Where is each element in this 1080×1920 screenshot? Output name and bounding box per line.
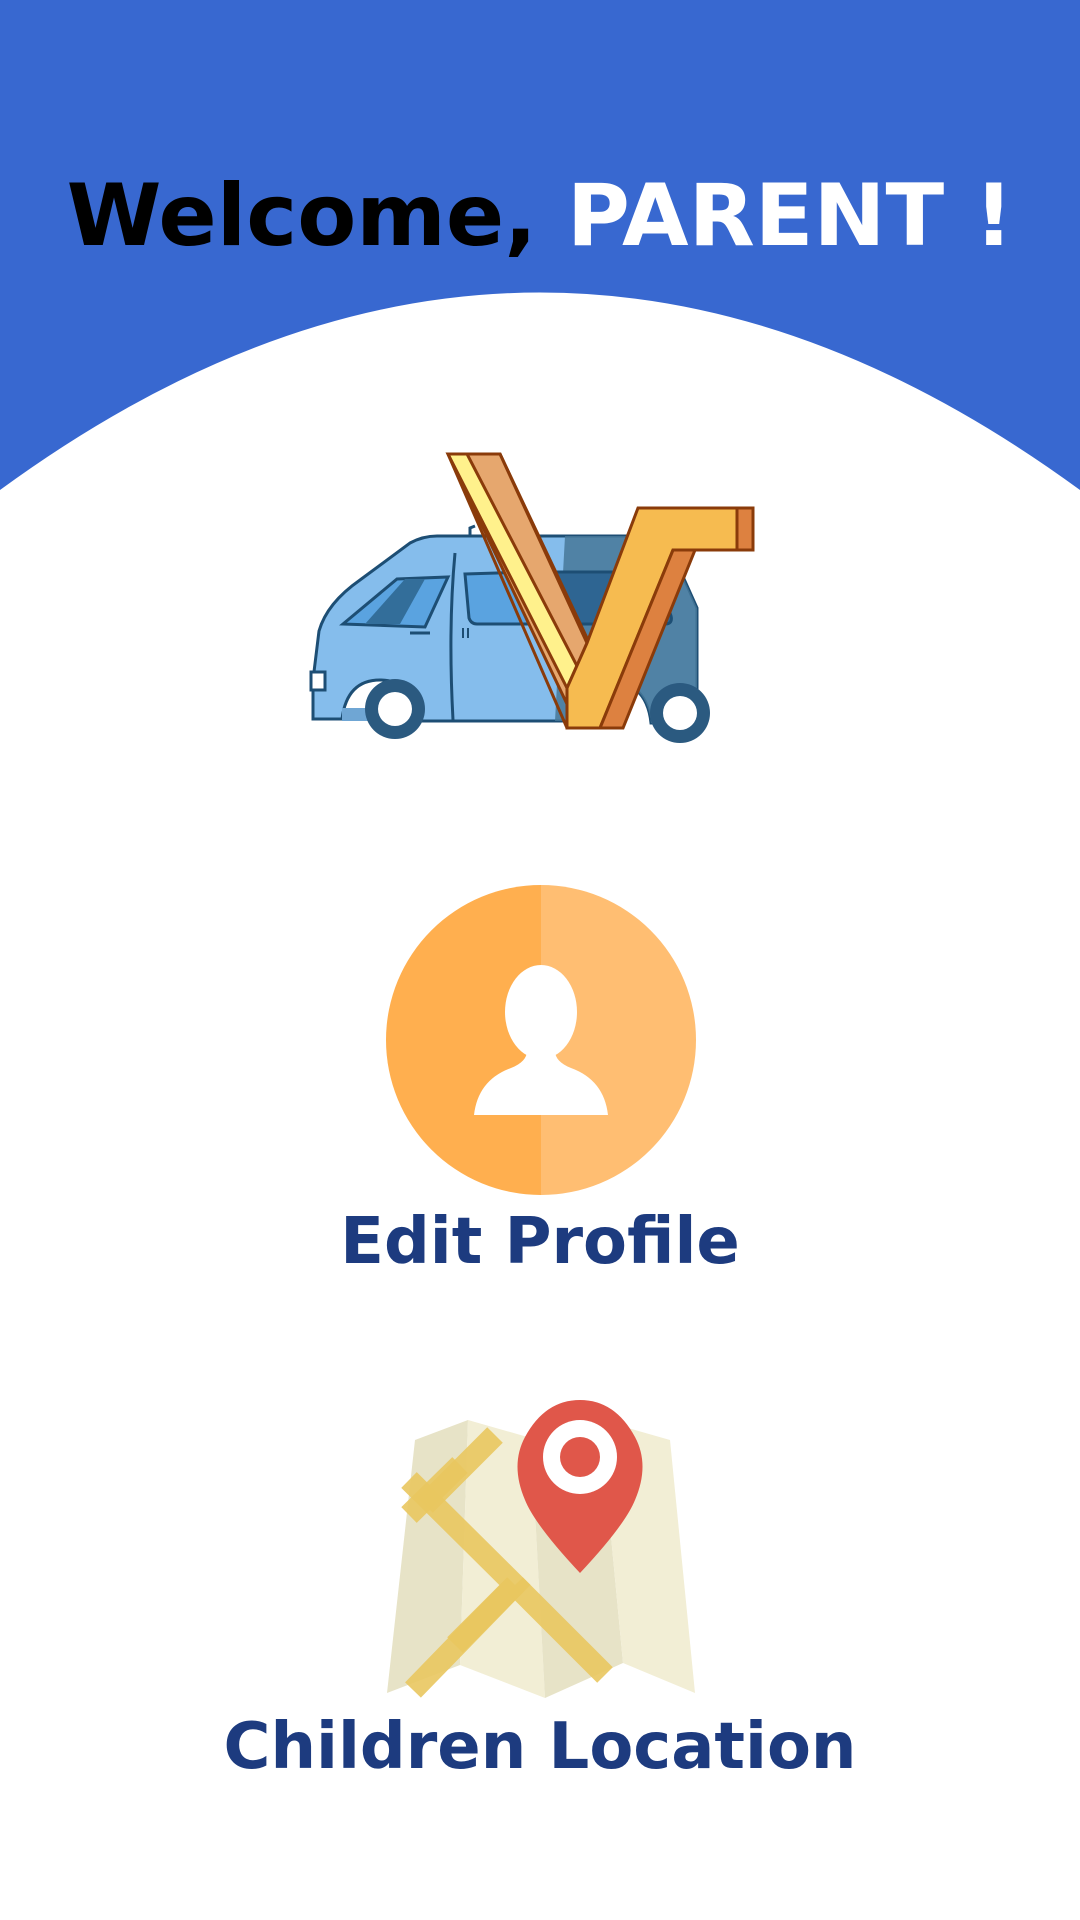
edit-profile-label: Edit Profile <box>340 1205 740 1279</box>
edit-profile-button[interactable]: Edit Profile <box>0 880 1080 1290</box>
welcome-greeting: Welcome, <box>66 166 537 266</box>
children-location-label: Children Location <box>223 1710 857 1784</box>
children-location-button[interactable]: Children Location <box>0 1385 1080 1785</box>
user-avatar-icon <box>386 885 696 1195</box>
welcome-title: Welcome, PARENT ! <box>0 164 1080 268</box>
map-pin-icon <box>387 1400 695 1698</box>
van-logo-icon <box>309 452 755 743</box>
home-screen: Welcome, PARENT ! Edit Profile Children … <box>0 0 1080 1920</box>
welcome-user-name: PARENT ! <box>566 166 1014 266</box>
